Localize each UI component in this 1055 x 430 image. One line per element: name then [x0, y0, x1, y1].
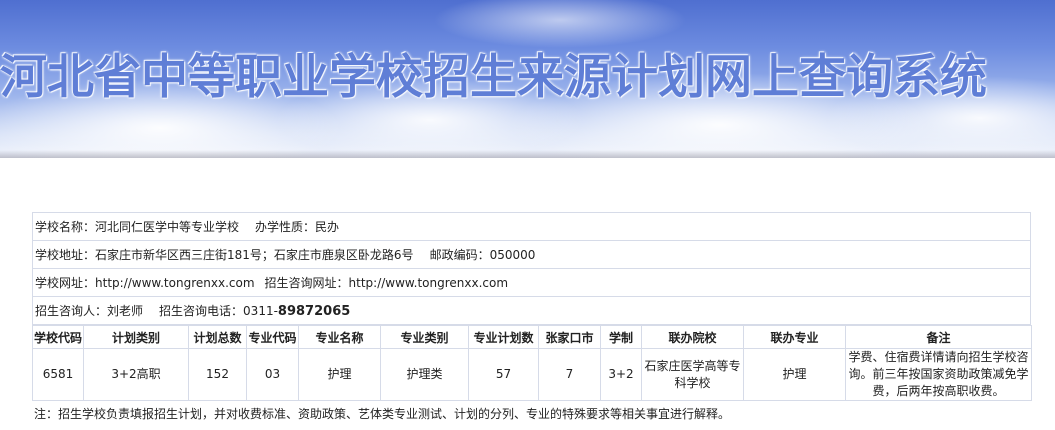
header-plan-total: 计划总数	[188, 325, 247, 349]
site-title: 河北省中等职业学校招生来源计划网上查询系统	[0, 50, 987, 105]
school-website-cell: 学校网址：http://www.tongrenxx.com 招生咨询网址：http…	[32, 268, 1031, 297]
header-partner-major: 联办专业	[743, 325, 846, 349]
cell-plan-total: 152	[188, 348, 247, 401]
header-partner-college: 联办院校	[641, 325, 744, 349]
consult-website-label: 招生咨询网址：	[264, 276, 349, 290]
contact-label: 招生咨询人：	[35, 304, 108, 318]
banner-shadow	[0, 150, 1055, 158]
header-school-code: 学校代码	[32, 325, 84, 349]
postcode-label: 邮政编码：	[429, 248, 490, 262]
school-website-label: 学校网址：	[35, 276, 96, 290]
phone-label: 招生咨询电话：	[159, 304, 244, 318]
school-name-row: 学校名称：河北同仁医学中等专业学校 办学性质：民办	[32, 212, 1031, 241]
cell-major-code: 03	[246, 348, 299, 401]
cell-plan-type: 3+2高职	[83, 348, 189, 401]
cell-major-name: 护理	[298, 348, 381, 401]
cell-partner-college: 石家庄医学高等专科学校	[641, 348, 744, 401]
school-info-table: 学校名称：河北同仁医学中等专业学校 办学性质：民办 学校地址：石家庄市新华区西三庄…	[32, 212, 1031, 325]
phone-number: 89872065	[277, 304, 351, 319]
cell-zhangjiakou: 7	[538, 348, 601, 401]
cell-major-plan-count: 57	[468, 348, 539, 401]
school-website-row: 学校网址：http://www.tongrenxx.com 招生咨询网址：http…	[32, 268, 1031, 297]
phone-prefix: 0311-	[243, 304, 278, 318]
school-name-label: 学校名称：	[35, 220, 96, 234]
postcode: 050000	[489, 248, 536, 262]
cell-remarks: 学费、住宿费详情请向招生学校咨询。前三年按国家资助政策减免学费，后两年按高职收费…	[845, 348, 1032, 401]
cell-major-category: 护理类	[380, 348, 469, 401]
header-major-name: 专业名称	[298, 325, 381, 349]
page-banner: 河北省中等职业学校招生来源计划网上查询系统	[0, 0, 1055, 158]
school-address-label: 学校地址：	[35, 248, 96, 262]
header-zhangjiakou: 张家口市	[538, 325, 601, 349]
cell-partner-major: 护理	[743, 348, 846, 401]
header-plan-type: 计划类别	[83, 325, 189, 349]
school-website-link[interactable]: http://www.tongrenxx.com	[95, 276, 255, 290]
header-major-plan-count: 专业计划数	[468, 325, 539, 349]
school-contact-row: 招生咨询人：刘老师 招生咨询电话：0311-89872065	[32, 296, 1031, 325]
header-duration: 学制	[600, 325, 642, 349]
consult-website-link[interactable]: http://www.tongrenxx.com	[349, 276, 509, 290]
school-address-cell: 学校地址：石家庄市新华区西三庄街181号；石家庄市鹿泉区卧龙路6号 邮政编码：05…	[32, 240, 1031, 269]
header-remarks: 备注	[845, 325, 1032, 349]
enrollment-plan-table: 学校代码 计划类别 计划总数 专业代码 专业名称 专业类别 专业计划数 张家口市…	[32, 325, 1032, 401]
header-major-code: 专业代码	[246, 325, 299, 349]
cell-school-code: 6581	[32, 348, 84, 401]
school-info-panel: 学校名称：河北同仁医学中等专业学校 办学性质：民办 学校地址：石家庄市新华区西三庄…	[32, 212, 1032, 422]
plan-header-row: 学校代码 计划类别 计划总数 专业代码 专业名称 专业类别 专业计划数 张家口市…	[32, 325, 1032, 349]
footer-note: 注：招生学校负责填报招生计划，并对收费标准、资助政策、艺体类专业测试、计划的分列…	[34, 407, 731, 421]
school-nature: 民办	[315, 220, 340, 234]
school-nature-label: 办学性质：	[255, 220, 316, 234]
contact-person: 刘老师	[107, 304, 144, 318]
school-contact-cell: 招生咨询人：刘老师 招生咨询电话：0311-89872065	[32, 296, 1031, 325]
school-name: 河北同仁医学中等专业学校	[95, 220, 240, 234]
school-address-row: 学校地址：石家庄市新华区西三庄街181号；石家庄市鹿泉区卧龙路6号 邮政编码：05…	[32, 240, 1031, 269]
school-name-cell: 学校名称：河北同仁医学中等专业学校 办学性质：民办	[32, 212, 1031, 241]
school-address: 石家庄市新华区西三庄街181号；石家庄市鹿泉区卧龙路6号	[95, 248, 414, 262]
table-row: 6581 3+2高职 152 03 护理 护理类 57 7 3+2 石家庄医学高…	[32, 348, 1032, 401]
cell-duration: 3+2	[600, 348, 642, 401]
header-major-category: 专业类别	[380, 325, 469, 349]
